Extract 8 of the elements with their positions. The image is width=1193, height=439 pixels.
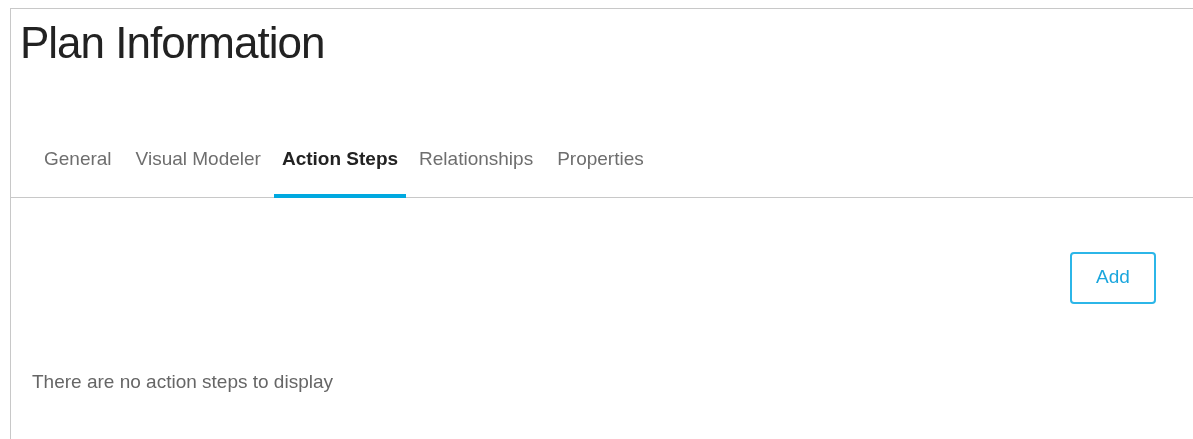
tab[interactable]: Relationships (408, 137, 545, 198)
empty-message: There are no action steps to display (31, 369, 333, 394)
tab[interactable]: General (33, 137, 123, 198)
add-button[interactable]: Add (1070, 251, 1156, 304)
tab[interactable]: Visual Modeler (124, 137, 272, 198)
page-title: Plan Information (19, 17, 325, 69)
tab[interactable]: Action Steps (273, 137, 407, 198)
tab[interactable]: Properties (546, 137, 655, 198)
